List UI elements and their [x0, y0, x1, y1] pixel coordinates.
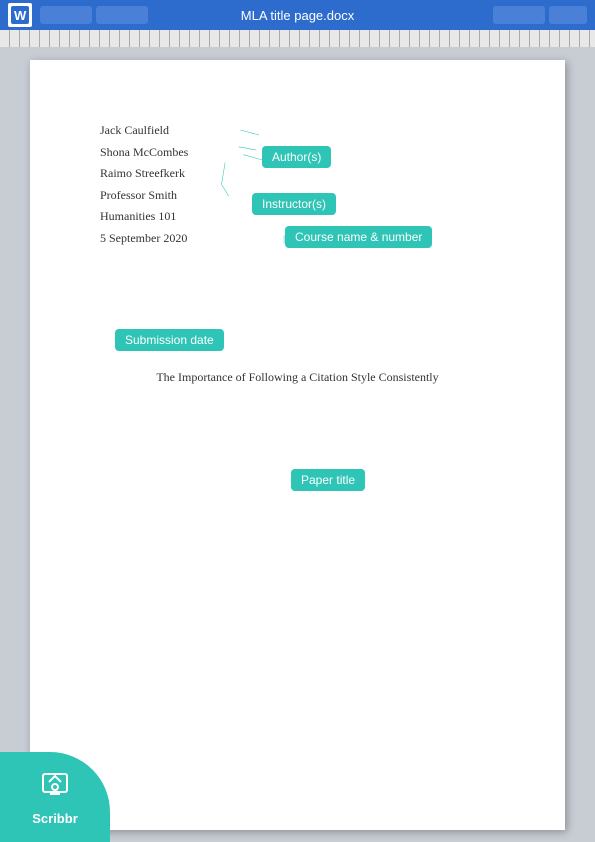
scribbr-icon: [39, 768, 71, 807]
toolbar-btn-2[interactable]: [96, 6, 148, 24]
toolbar-title: MLA title page.docx: [241, 8, 354, 23]
annotation-course: Course name & number: [285, 226, 432, 248]
scribbr-text: Scribbr: [32, 811, 78, 826]
toolbar-right: [493, 6, 587, 24]
toolbar-btn-1[interactable]: [40, 6, 92, 24]
annotation-title: Paper title: [291, 469, 365, 491]
doc-content: Jack Caulfield Shona McCombes Raimo Stre…: [100, 120, 495, 385]
toolbar: W MLA title page.docx: [0, 0, 595, 30]
word-icon: W: [8, 3, 32, 27]
svg-text:W: W: [14, 8, 27, 23]
author-line-1: Jack Caulfield: [100, 120, 495, 142]
document-page: Jack Caulfield Shona McCombes Raimo Stre…: [30, 60, 565, 830]
page-wrapper: Jack Caulfield Shona McCombes Raimo Stre…: [0, 48, 595, 842]
toolbar-left: W: [8, 3, 148, 27]
annotation-date: Submission date: [115, 329, 224, 351]
annotation-instructor: Instructor(s): [252, 193, 336, 215]
toolbar-btn-3[interactable]: [493, 6, 545, 24]
toolbar-btn-4[interactable]: [549, 6, 587, 24]
annotation-authors: Author(s): [262, 146, 331, 168]
paper-title: The Importance of Following a Citation S…: [100, 370, 495, 385]
ruler: [0, 30, 595, 48]
